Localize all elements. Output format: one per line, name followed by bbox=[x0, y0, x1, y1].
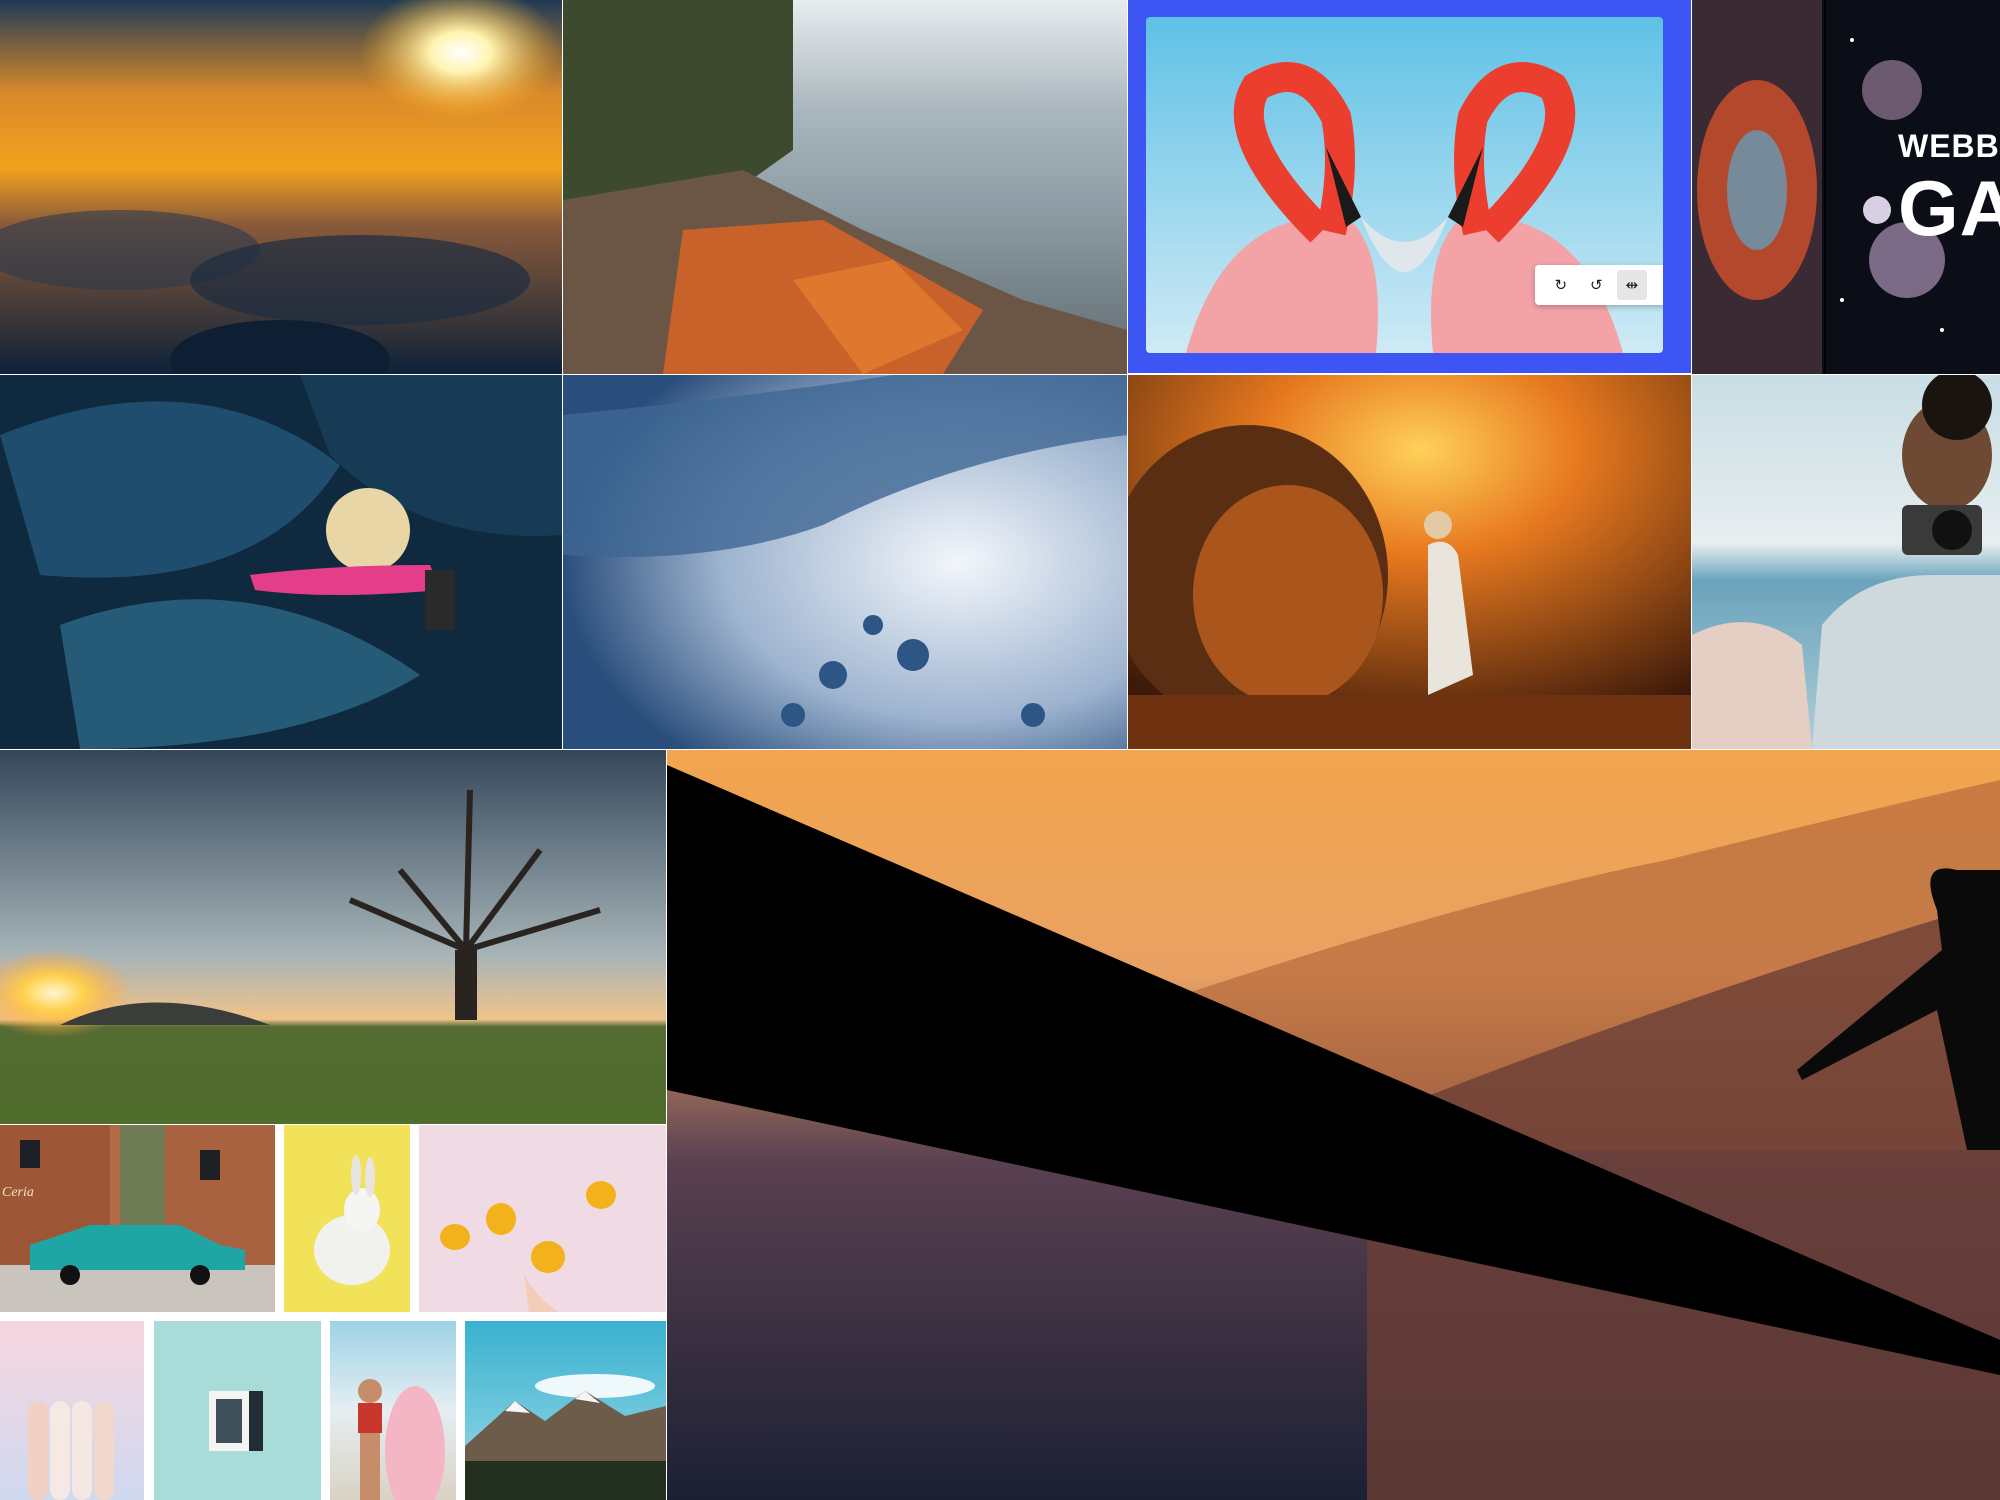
image-mountain-silhouette[interactable] bbox=[667, 750, 2000, 1500]
image-webb-images[interactable]: WEBB'S I GAL bbox=[1692, 0, 2000, 374]
image-window-shutter[interactable] bbox=[154, 1321, 321, 1500]
webb-title-line2: GAL bbox=[1898, 164, 2000, 252]
image-edit-toolbar: ↻ ↺ ⇹ ⇳ bbox=[1535, 265, 1663, 305]
image-lemons[interactable] bbox=[419, 1125, 666, 1312]
street-sign-text: Ceria bbox=[2, 1185, 34, 1200]
image-rocky-coast[interactable] bbox=[563, 0, 1127, 374]
rotate-right-icon[interactable]: ↻ bbox=[1546, 270, 1576, 300]
image-flamingos[interactable]: ↻ ↺ ⇹ ⇳ bbox=[1146, 17, 1663, 353]
image-street-car[interactable]: Ceria bbox=[0, 1125, 275, 1312]
selected-image-frame[interactable]: ↻ ↺ ⇹ ⇳ bbox=[1128, 0, 1691, 373]
image-water-splash[interactable] bbox=[563, 375, 1127, 749]
image-pastel-columns[interactable] bbox=[0, 1321, 144, 1500]
image-photographer[interactable] bbox=[1692, 375, 2000, 749]
rotate-left-icon[interactable]: ↺ bbox=[1581, 270, 1611, 300]
webb-title-line1: WEBB'S I bbox=[1898, 128, 2000, 164]
image-leaf-worker[interactable] bbox=[0, 375, 562, 749]
webb-overlay-title: WEBB'S I GAL bbox=[1898, 128, 2000, 247]
image-snowy-mountains[interactable] bbox=[465, 1321, 666, 1500]
image-tree-sunset[interactable] bbox=[0, 750, 666, 1124]
image-surfer-woman[interactable] bbox=[330, 1321, 456, 1500]
image-rabbit[interactable] bbox=[284, 1125, 410, 1312]
flip-vertical-icon[interactable]: ⇳ bbox=[1652, 270, 1663, 300]
image-sunset-clouds[interactable] bbox=[0, 0, 562, 374]
image-lion-girl[interactable] bbox=[1128, 375, 1691, 749]
flip-horizontal-icon[interactable]: ⇹ bbox=[1616, 270, 1647, 300]
